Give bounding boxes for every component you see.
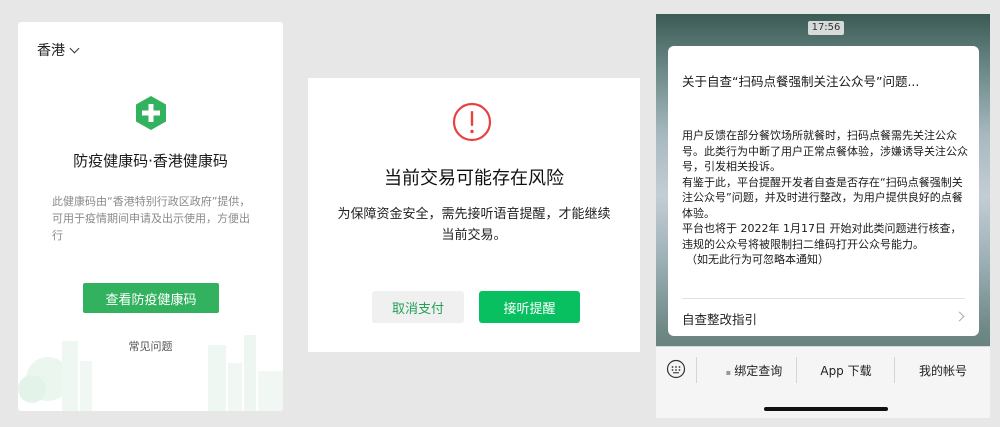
menu-item-label: 绑定查询	[734, 364, 783, 378]
notice-title: 关于自查“扫码点餐强制关注公众号”问题...	[682, 74, 920, 89]
chevron-right-icon[interactable]	[954, 311, 965, 322]
notice-paragraph: 用户反馈在部分餐饮场所就餐时，扫码点餐需先关注公众号。此类行为中断了用户正常点餐…	[682, 129, 968, 173]
region-label: 香港	[37, 43, 65, 59]
menu-separator	[894, 357, 895, 383]
menu-item-my-account[interactable]: 我的帐号	[896, 362, 990, 379]
phone-notice-screen: 17:56 关于自查“扫码点餐强制关注公众号”问题... 用户反馈在部分餐饮场所…	[656, 14, 990, 418]
cancel-payment-button[interactable]: 取消支付	[372, 291, 464, 323]
notice-paragraph: 有鉴于此，平台提醒开发者自查是否存在“扫码点餐强制关注公众号”问题，并及时进行整…	[682, 175, 963, 220]
dialog-message-line-1: 为保障资金安全，需先接听语音提醒，才能继续	[337, 207, 611, 222]
menu-separator	[796, 357, 797, 383]
notice-paragraph: 平台也将于 2022年 1月17日 开始对此类问题进行核查，违规的公众号将被限制…	[682, 222, 962, 251]
health-code-title: 防疫健康码·香港健康码	[73, 152, 228, 170]
keyboard-icon[interactable]	[666, 359, 686, 379]
home-indicator[interactable]	[764, 407, 888, 411]
region-selector[interactable]: 香港	[37, 40, 80, 60]
answer-reminder-button[interactable]: 接听提醒	[479, 291, 580, 323]
dialog-message: 为保障资金安全，需先接听语音提醒，才能继续 当前交易。	[308, 204, 640, 246]
notice-card: 关于自查“扫码点餐强制关注公众号”问题... 用户反馈在部分餐饮场所就餐时，扫码…	[668, 46, 979, 336]
menu-item-binding-query[interactable]: ▪ 绑定查询	[712, 362, 796, 379]
chevron-down-icon	[69, 43, 80, 53]
health-code-panel: 香港 防疫健康码·香港健康码 此健康码由“香港特别行政区政府”提供，可用于疫情期…	[18, 22, 283, 411]
dialog-title: 当前交易可能存在风险	[384, 168, 564, 189]
notice-body: 用户反馈在部分餐饮场所就餐时，扫码点餐需先关注公众号。此类行为中断了用户正常点餐…	[682, 128, 968, 268]
bottom-menu-bar: ▪ 绑定查询 App 下载 我的帐号	[656, 346, 990, 395]
dot-icon: ▪	[725, 368, 732, 377]
health-cross-icon	[136, 96, 166, 130]
divider	[682, 298, 965, 299]
health-code-description: 此健康码由“香港特别行政区政府”提供，可用于疫情期间申请及出示使用，方便出行	[52, 195, 251, 242]
self-check-guide-link[interactable]: 自查整改指引	[682, 309, 757, 328]
risk-warning-dialog: 当前交易可能存在风险 为保障资金安全，需先接听语音提醒，才能继续 当前交易。 取…	[308, 78, 640, 352]
menu-item-app-download[interactable]: App 下载	[799, 362, 893, 379]
screenshot-canvas: 香港 防疫健康码·香港健康码 此健康码由“香港特别行政区政府”提供，可用于疫情期…	[0, 0, 1000, 427]
status-time: 17:56	[808, 21, 844, 35]
dialog-message-line-2: 当前交易。	[441, 228, 507, 243]
notice-paragraph: （如无此行为可忽略本通知）	[686, 253, 829, 266]
home-indicator-area	[656, 395, 990, 418]
exclamation-circle-icon	[452, 102, 492, 142]
city-skyline-illustration	[18, 335, 283, 411]
menu-separator	[696, 357, 697, 383]
